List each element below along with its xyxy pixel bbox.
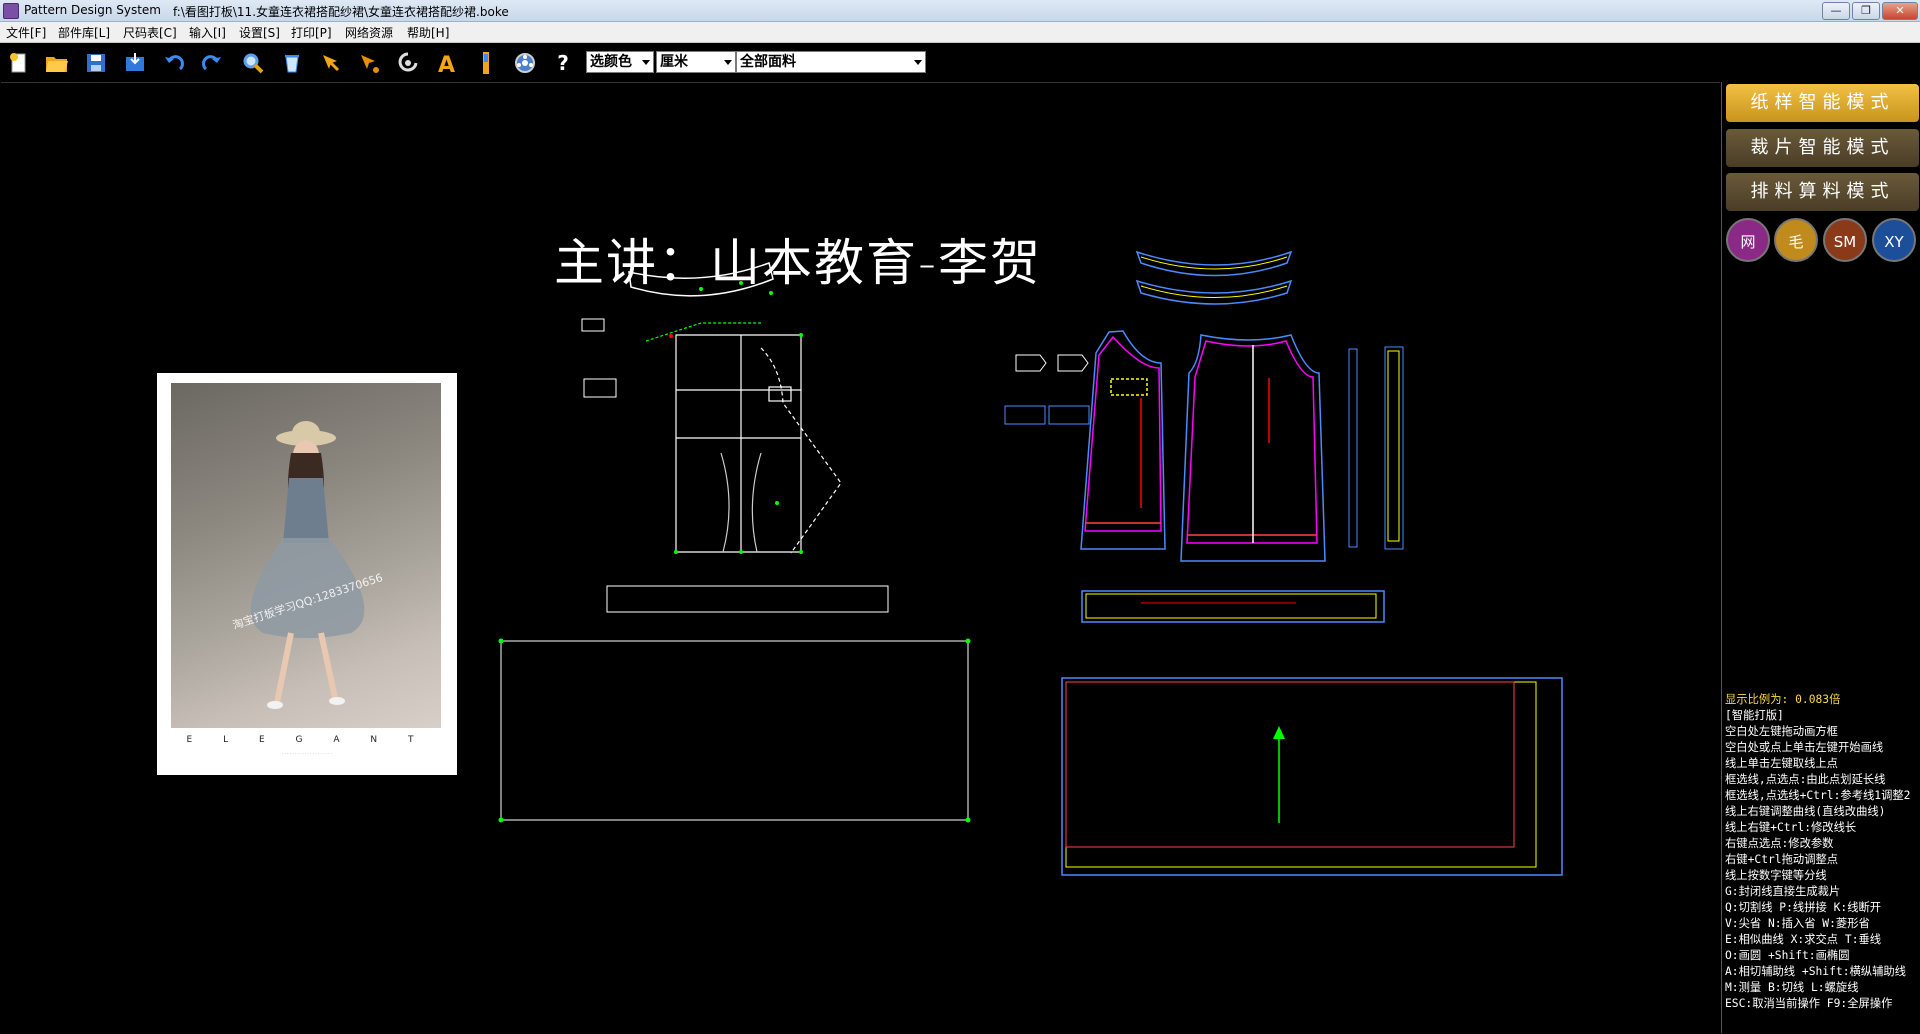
menu-input[interactable]: 输入[I]	[189, 24, 226, 41]
delete-icon[interactable]	[279, 50, 305, 76]
help-line: 右键+Ctrl拖动调整点	[1725, 853, 1839, 866]
help-line: A:相切辅助线 +Shift:横纵辅助线	[1725, 965, 1906, 978]
help-button[interactable]: ?	[550, 50, 576, 76]
help-line: 空白处或点上单击左键开始画线	[1725, 741, 1884, 754]
pattern-mode-button[interactable]: 纸样智能模式	[1726, 84, 1919, 122]
chevron-down-icon	[914, 60, 922, 65]
chevron-down-icon	[724, 60, 732, 65]
front-bodice-piece[interactable]	[1080, 330, 1166, 550]
marker-mode-button[interactable]: 排料算料模式	[1726, 173, 1919, 211]
help-line: M:测量 B:切线 L:螺旋线	[1725, 981, 1859, 994]
piece-mode-button[interactable]: 裁片智能模式	[1726, 129, 1919, 167]
help-line: Q:切割线 P:线拼接 K:线断开	[1725, 901, 1882, 914]
menu-settings[interactable]: 设置[S]	[239, 24, 280, 41]
save-icon[interactable]	[83, 50, 109, 76]
menu-help[interactable]: 帮助[H]	[407, 24, 449, 41]
tab-draft[interactable]	[583, 378, 617, 398]
side-strip-pieces[interactable]	[1348, 346, 1404, 550]
drawing-canvas[interactable]: 主讲：山本教育-李贺 淘宝打板学习QQ:1283370656 E L E G A…	[1, 82, 1720, 1034]
collar-pieces[interactable]	[1135, 250, 1293, 305]
color-select-value: 选颜色	[590, 54, 632, 70]
unit-select-value: 厘米	[660, 54, 688, 70]
file-path: f:\看图打板\11.女童连衣裙搭配纱裙\女童连衣裙搭配纱裙.boke	[173, 5, 509, 19]
close-button[interactable]: ✕	[1882, 2, 1918, 20]
app-title: Pattern Design System	[24, 3, 161, 17]
ruler-icon[interactable]	[473, 50, 499, 76]
new-file-icon[interactable]	[6, 50, 32, 76]
scale-readout: 显示比例为: 0.083倍	[1725, 693, 1841, 706]
title-bar: Pattern Design System f:\看图打板\11.女童连衣裙搭配…	[0, 0, 1920, 22]
select-arrow-icon[interactable]	[318, 50, 344, 76]
unit-select[interactable]: 厘米	[656, 51, 736, 73]
back-bodice-piece[interactable]	[1180, 334, 1326, 562]
menu-network-resources[interactable]: 网络资源	[345, 24, 393, 41]
waistband-draft[interactable]	[606, 585, 889, 613]
toolbar: A ? 选颜色 厘米 全部面料	[0, 43, 1920, 81]
help-line: 框选线,点选点:由此点划延长线	[1725, 773, 1886, 786]
photo-caption: · · · · · · · · · · · · · · · · · · · ·	[282, 751, 332, 756]
help-line: ESC:取消当前操作 F9:全屏操作	[1725, 997, 1893, 1010]
reference-photo: 淘宝打板学习QQ:1283370656 E L E G A N T · · · …	[157, 373, 457, 775]
help-line: 空白处左键拖动画方框	[1725, 725, 1838, 738]
menu-bar: 文件[F] 部件库[L] 尺码表[C] 输入[I] 设置[S] 打印[P] 网络…	[0, 22, 1920, 43]
fabric-select-value: 全部面料	[740, 54, 796, 70]
restore-button[interactable]: ❐	[1852, 2, 1880, 20]
band-piece[interactable]	[1081, 590, 1385, 623]
zoom-icon[interactable]	[240, 50, 266, 76]
xy-button[interactable]: XY	[1872, 218, 1916, 262]
help-text-panel: 显示比例为: 0.083倍 [智能打版] 空白处左键拖动画方框 空白处或点上单击…	[1725, 692, 1920, 1012]
undo-icon[interactable]	[161, 50, 187, 76]
fabric-select[interactable]: 全部面料	[736, 51, 926, 73]
canvas-headline: 主讲：山本教育-李贺	[554, 234, 1043, 292]
menu-file[interactable]: 文件[F]	[6, 24, 46, 41]
bodice-draft[interactable]	[645, 322, 842, 554]
help-line: 框选线,点选线+Ctrl:参考线1调整2	[1725, 789, 1911, 802]
help-line: E:相似曲线 X:求交点 T:垂线	[1725, 933, 1882, 946]
menu-size-chart[interactable]: 尺码表[C]	[123, 24, 177, 41]
settings-wheel-icon[interactable]	[512, 50, 538, 76]
color-select[interactable]: 选颜色	[586, 51, 654, 73]
skirt-piece[interactable]	[1061, 677, 1563, 876]
photo-image: 淘宝打板学习QQ:1283370656	[171, 383, 441, 728]
menu-print[interactable]: 打印[P]	[291, 24, 332, 41]
pocket-pieces[interactable]	[1004, 354, 1090, 425]
chevron-down-icon	[642, 60, 650, 65]
right-panel: 纸样智能模式 裁片智能模式 排料算料模式 网 毛 SM XY 显示比例为: 0.…	[1721, 82, 1920, 1033]
text-icon[interactable]: A	[434, 50, 460, 76]
help-line: G:封闭线直接生成裁片	[1725, 885, 1841, 898]
skirt-draft[interactable]	[500, 640, 969, 821]
seam-allowance-button[interactable]: 毛	[1774, 218, 1818, 262]
minimize-button[interactable]: —	[1822, 2, 1850, 20]
help-line: 线上右键调整曲线(直线改曲线)	[1725, 805, 1886, 818]
help-line: O:画圆 +Shift:画椭圆	[1725, 949, 1850, 962]
help-line: 右键点选点:修改参数	[1725, 837, 1834, 850]
pocket-draft[interactable]	[581, 318, 605, 332]
help-line: V:尖省 N:插入省 W:菱形省	[1725, 917, 1870, 930]
help-line: [智能打版]	[1725, 709, 1784, 722]
help-line: 线上右键+Ctrl:修改线长	[1725, 821, 1857, 834]
svg-text:A: A	[438, 53, 455, 74]
photo-brand: E L E G A N T	[186, 735, 428, 745]
redo-icon[interactable]	[199, 50, 225, 76]
select-point-icon[interactable]	[356, 50, 382, 76]
net-button[interactable]: 网	[1726, 218, 1770, 262]
sm-button[interactable]: SM	[1823, 218, 1867, 262]
app-icon	[3, 3, 19, 19]
import-icon[interactable]	[122, 50, 148, 76]
open-folder-icon[interactable]	[44, 50, 70, 76]
menu-parts-library[interactable]: 部件库[L]	[58, 24, 110, 41]
help-line: 线上单击左键取线上点	[1725, 757, 1838, 770]
help-line: 线上按数字键等分线	[1725, 869, 1827, 882]
measure-icon[interactable]	[395, 50, 421, 76]
